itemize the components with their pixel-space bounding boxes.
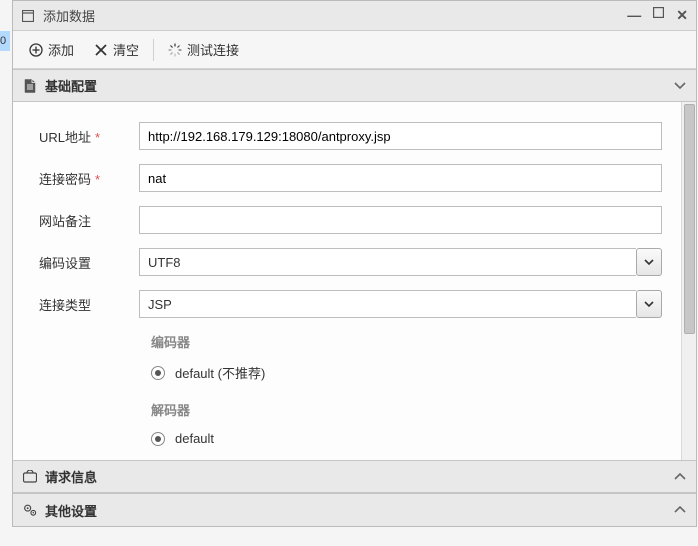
type-dropdown-button[interactable]: [636, 290, 662, 318]
scrollbar-thumb[interactable]: [684, 104, 695, 334]
basic-config-panel: 基础配置 URL地址* 连接密码* 网站备注 编码设置: [13, 69, 696, 460]
url-input[interactable]: [139, 122, 662, 150]
chevron-down-icon: [674, 82, 686, 90]
encoder-section: 编码器 default (不推荐): [29, 332, 680, 382]
request-info-panel: 请求信息: [13, 460, 696, 493]
basic-config-title: 基础配置: [45, 76, 674, 95]
window-controls: — ✕: [627, 7, 688, 24]
password-label: 连接密码*: [29, 169, 139, 188]
clear-label: 清空: [113, 40, 139, 59]
chevron-down-icon: [644, 301, 654, 308]
url-label: URL地址*: [29, 127, 139, 146]
request-info-header[interactable]: 请求信息: [13, 461, 696, 493]
encoding-combo[interactable]: UTF8: [139, 248, 662, 276]
remark-row: 网站备注: [29, 206, 680, 234]
window-icon: [21, 9, 35, 23]
request-info-title: 请求信息: [45, 467, 674, 486]
basic-config-header[interactable]: 基础配置: [13, 70, 696, 102]
scrollbar[interactable]: [681, 102, 696, 460]
type-label: 连接类型: [29, 295, 139, 314]
background-fragment: 0: [0, 31, 10, 51]
chevron-down-icon: [644, 259, 654, 266]
decoder-default-label: default: [175, 431, 214, 446]
encoder-title: 编码器: [151, 332, 662, 351]
toolbar-separator: [153, 39, 154, 61]
chevron-up-icon: [674, 473, 686, 481]
maximize-button[interactable]: [653, 7, 664, 24]
spinner-icon: [168, 43, 182, 57]
minimize-button[interactable]: —: [627, 7, 641, 24]
other-settings-panel: 其他设置: [13, 493, 696, 526]
decoder-section: 解码器 default: [29, 400, 680, 446]
encoding-row: 编码设置 UTF8: [29, 248, 680, 276]
decoder-title: 解码器: [151, 400, 662, 419]
radio-icon: [151, 432, 165, 446]
type-combo[interactable]: JSP: [139, 290, 662, 318]
radio-icon: [151, 366, 165, 380]
encoding-dropdown-button[interactable]: [636, 248, 662, 276]
encoder-default-label: default (不推荐): [175, 363, 265, 382]
encoder-default-radio[interactable]: default (不推荐): [151, 363, 662, 382]
encoding-label: 编码设置: [29, 253, 139, 272]
add-label: 添加: [48, 40, 74, 59]
test-connection-button[interactable]: 测试连接: [158, 35, 249, 64]
password-input[interactable]: [139, 164, 662, 192]
other-settings-header[interactable]: 其他设置: [13, 494, 696, 526]
gears-icon: [23, 503, 37, 517]
add-button[interactable]: 添加: [19, 35, 84, 64]
dialog-window: 添加数据 — ✕ 添加 清空 测试连接: [12, 0, 697, 527]
decoder-default-radio[interactable]: default: [151, 431, 662, 446]
remark-label: 网站备注: [29, 211, 139, 230]
chevron-up-icon: [674, 506, 686, 514]
window-title: 添加数据: [43, 6, 627, 25]
plus-circle-icon: [29, 43, 43, 57]
remark-input[interactable]: [139, 206, 662, 234]
password-row: 连接密码*: [29, 164, 680, 192]
close-button[interactable]: ✕: [676, 7, 688, 24]
x-icon: [94, 43, 108, 57]
browser-icon: [23, 470, 37, 484]
encoding-value[interactable]: UTF8: [139, 248, 636, 276]
basic-config-body: URL地址* 连接密码* 网站备注 编码设置 UTF8: [13, 102, 696, 460]
type-row: 连接类型 JSP: [29, 290, 680, 318]
other-settings-title: 其他设置: [45, 501, 674, 520]
document-icon: [23, 79, 37, 93]
toolbar: 添加 清空 测试连接: [13, 31, 696, 69]
type-value[interactable]: JSP: [139, 290, 636, 318]
test-label: 测试连接: [187, 40, 239, 59]
url-row: URL地址*: [29, 122, 680, 150]
titlebar: 添加数据 — ✕: [13, 1, 696, 31]
clear-button[interactable]: 清空: [84, 35, 149, 64]
